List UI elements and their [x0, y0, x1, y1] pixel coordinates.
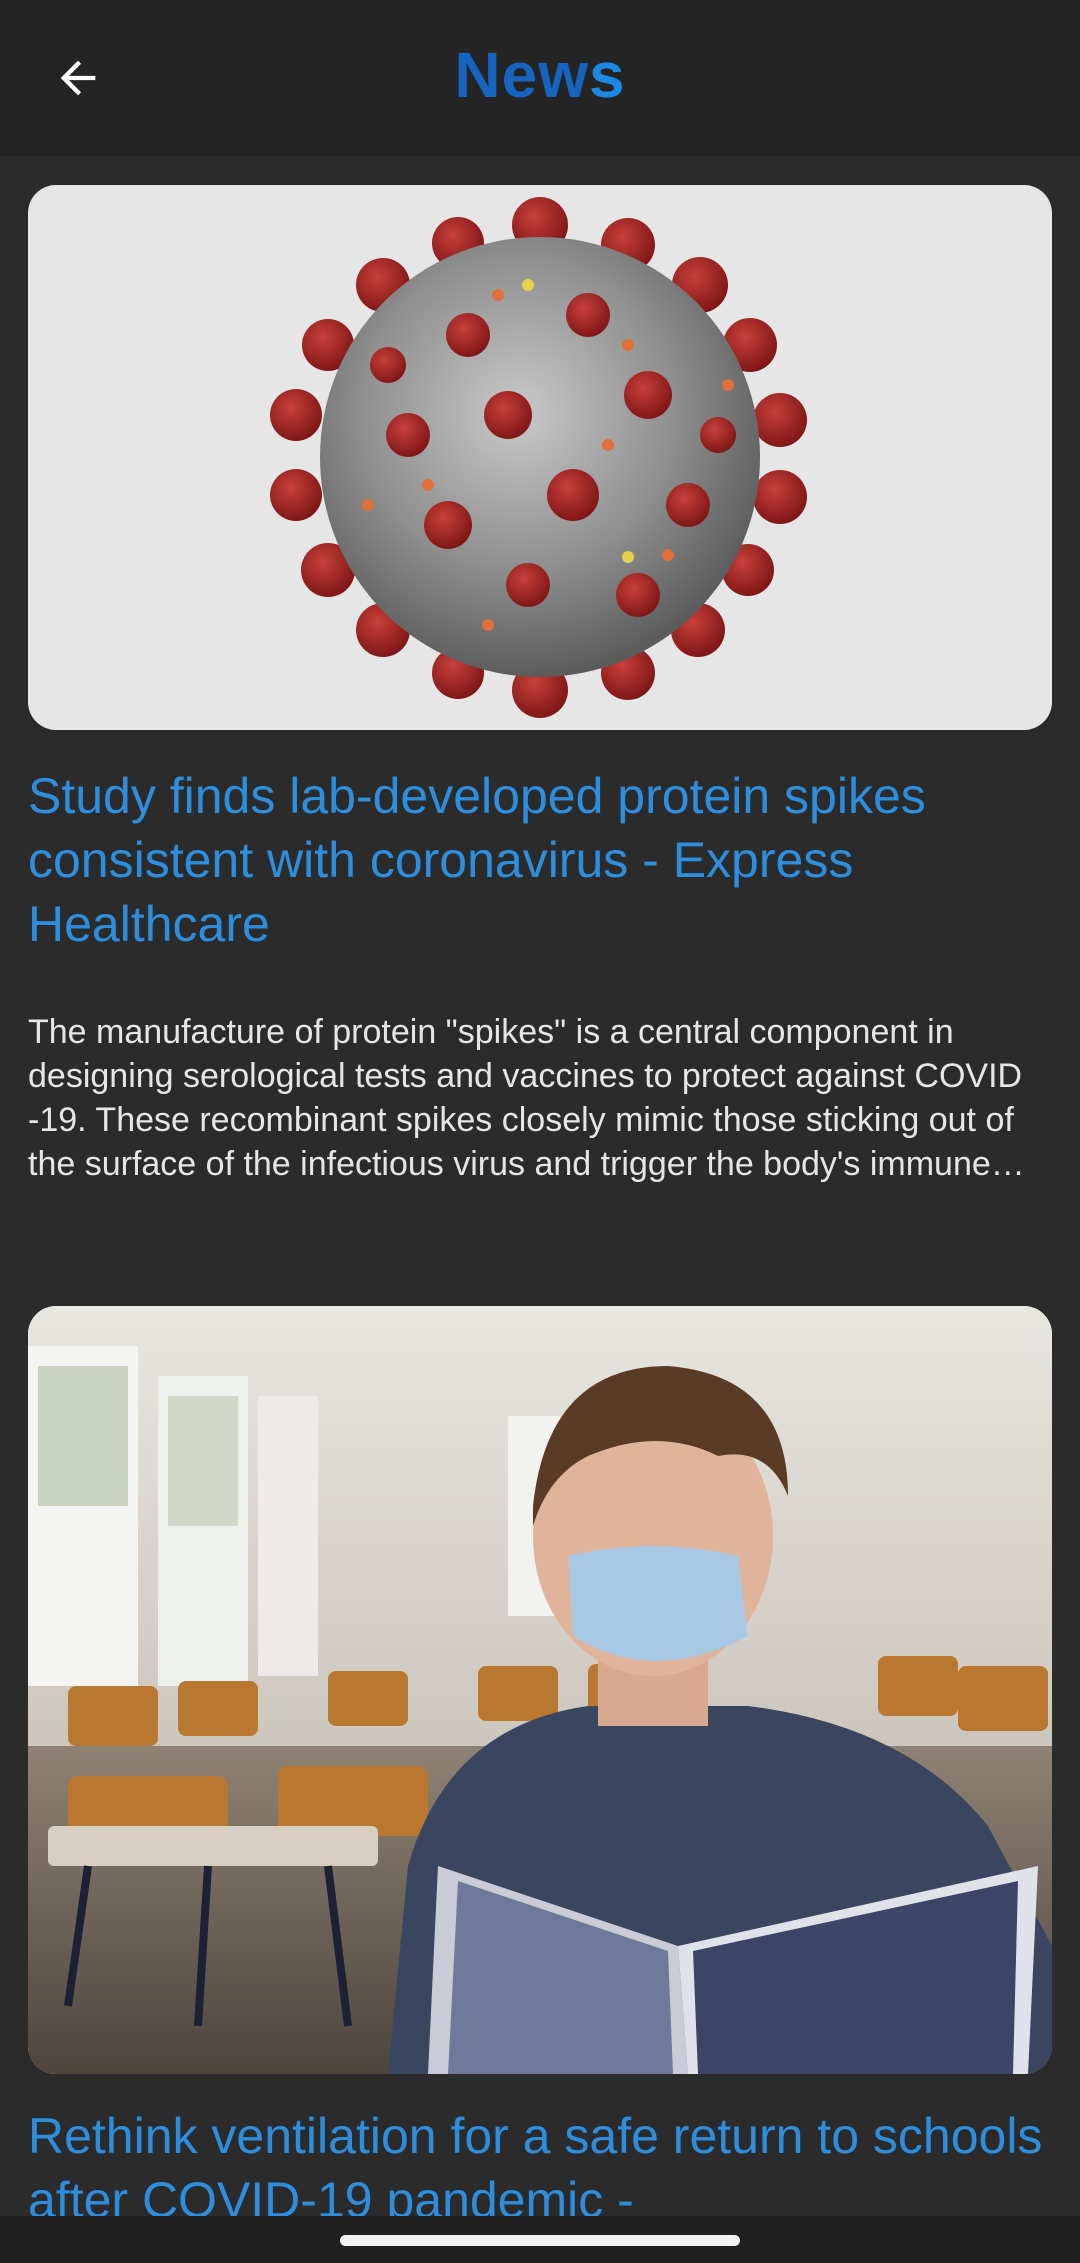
news-card[interactable]: Study finds lab-developed protein spikes…	[28, 185, 1052, 1186]
virus-illustration	[270, 197, 807, 718]
system-nav-bar	[0, 2216, 1080, 2263]
classroom-photo	[28, 1306, 1052, 2074]
article-description: The manufacture of protein "spikes" is a…	[28, 1013, 1025, 1183]
app-bar: News	[0, 0, 1080, 156]
article-image-student[interactable]	[28, 1306, 1052, 2074]
page-title: News	[0, 38, 1080, 112]
home-gesture-handle[interactable]	[340, 2235, 740, 2246]
article-title[interactable]: Study finds lab-developed protein spikes…	[28, 764, 1052, 956]
news-feed[interactable]: Study finds lab-developed protein spikes…	[0, 156, 1080, 2216]
article-title[interactable]: Rethink ventilation for a safe return to…	[28, 2104, 1052, 2216]
news-screen: News Study finds lab-developed protein s…	[0, 0, 1080, 2263]
news-card[interactable]: Rethink ventilation for a safe return to…	[28, 1306, 1052, 2216]
page-title-tail: s	[589, 39, 626, 111]
article-image-virus[interactable]	[28, 185, 1052, 730]
page-title-main: New	[454, 39, 589, 111]
